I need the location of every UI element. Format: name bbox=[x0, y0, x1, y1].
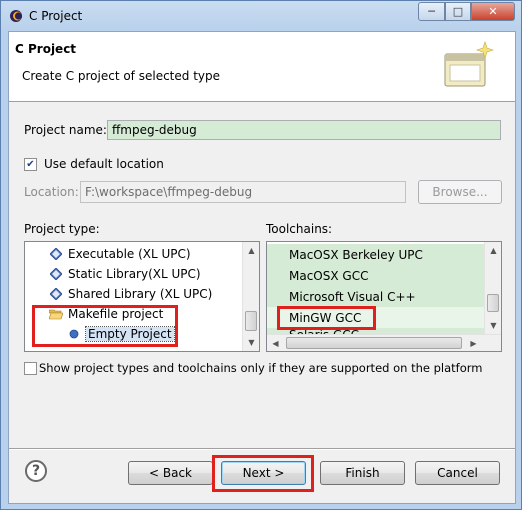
toolchains-label: Toolchains: bbox=[266, 222, 333, 236]
cancel-button[interactable]: Cancel bbox=[415, 461, 500, 485]
use-default-location-label: Use default location bbox=[44, 157, 164, 171]
close-icon: ✕ bbox=[488, 5, 498, 18]
c-project-dialog: C Project ─ □ ✕ C Project Create C proje… bbox=[0, 0, 522, 510]
browse-button[interactable]: Browse... bbox=[418, 180, 502, 204]
scroll-up-arrow[interactable]: ▲ bbox=[485, 242, 501, 259]
toolchain-item[interactable]: MacOSX GCC bbox=[267, 265, 485, 286]
new-project-wizard-icon bbox=[444, 41, 494, 87]
button-bar-separator bbox=[9, 448, 515, 450]
title-bar[interactable]: C Project ─ □ ✕ bbox=[1, 1, 521, 31]
diamond-icon bbox=[49, 247, 63, 261]
toolchains-hscrollbar[interactable]: ◀ ▶ bbox=[267, 334, 501, 351]
back-button[interactable]: < Back bbox=[128, 461, 213, 485]
tree-item-label: Static Library(XL UPC) bbox=[68, 267, 201, 281]
tree-item-label: Shared Library (XL UPC) bbox=[68, 287, 213, 301]
scroll-up-arrow[interactable]: ▲ bbox=[243, 242, 259, 259]
location-input[interactable] bbox=[80, 181, 406, 203]
highlight-box-toolchain bbox=[277, 306, 376, 330]
project-type-scrollbar[interactable]: ▲ ▼ bbox=[242, 242, 259, 351]
filter-supported-checkbox[interactable] bbox=[24, 362, 37, 375]
location-label: Location: bbox=[24, 185, 79, 199]
dialog-client-area: C Project Create C project of selected t… bbox=[8, 31, 516, 504]
scroll-down-arrow[interactable]: ▼ bbox=[485, 317, 501, 334]
tree-item-static-library[interactable]: Static Library(XL UPC) bbox=[49, 264, 201, 284]
project-type-label: Project type: bbox=[24, 222, 100, 236]
project-name-input[interactable] bbox=[107, 120, 501, 140]
highlight-box-next-button bbox=[212, 455, 314, 492]
project-name-label: Project name: bbox=[24, 123, 107, 137]
scroll-thumb[interactable] bbox=[487, 294, 499, 312]
maximize-button[interactable]: □ bbox=[445, 2, 471, 21]
scroll-down-arrow[interactable]: ▼ bbox=[243, 334, 259, 351]
tree-item-label: Executable (XL UPC) bbox=[68, 247, 191, 261]
use-default-location-checkbox[interactable]: ✔ bbox=[24, 158, 37, 171]
toolchain-item[interactable]: MacOSX Berkeley UPC bbox=[267, 244, 485, 265]
toolchains-vscrollbar[interactable]: ▲ ▼ bbox=[484, 242, 501, 334]
diamond-icon bbox=[49, 287, 63, 301]
minimize-button[interactable]: ─ bbox=[418, 2, 445, 21]
scroll-right-arrow[interactable]: ▶ bbox=[465, 335, 482, 351]
tree-item-executable[interactable]: Executable (XL UPC) bbox=[49, 244, 191, 264]
toolchains-list[interactable]: MacOSX Berkeley UPC MacOSX GCC Microsoft… bbox=[266, 241, 502, 352]
hscroll-thumb[interactable] bbox=[286, 337, 462, 349]
highlight-box-project-type bbox=[32, 305, 178, 347]
maximize-icon: □ bbox=[452, 5, 464, 18]
eclipse-app-icon bbox=[10, 10, 23, 22]
scroll-left-arrow[interactable]: ◀ bbox=[267, 335, 284, 351]
toolchain-item[interactable]: Microsoft Visual C++ bbox=[267, 286, 485, 307]
checkmark-icon: ✔ bbox=[26, 158, 35, 170]
window-title: C Project bbox=[29, 9, 83, 23]
finish-button[interactable]: Finish bbox=[320, 461, 405, 485]
diamond-icon bbox=[49, 267, 63, 281]
banner-title: C Project bbox=[15, 42, 77, 56]
filter-supported-label: Show project types and toolchains only i… bbox=[39, 361, 483, 375]
minimize-icon: ─ bbox=[428, 5, 435, 18]
close-button[interactable]: ✕ bbox=[471, 2, 515, 21]
window-controls: ─ □ ✕ bbox=[418, 2, 515, 22]
help-icon[interactable]: ? bbox=[25, 460, 47, 482]
wizard-banner: C Project Create C project of selected t… bbox=[9, 32, 515, 102]
banner-subtitle: Create C project of selected type bbox=[22, 69, 220, 83]
scroll-thumb[interactable] bbox=[245, 311, 257, 331]
tree-item-shared-library[interactable]: Shared Library (XL UPC) bbox=[49, 284, 212, 304]
